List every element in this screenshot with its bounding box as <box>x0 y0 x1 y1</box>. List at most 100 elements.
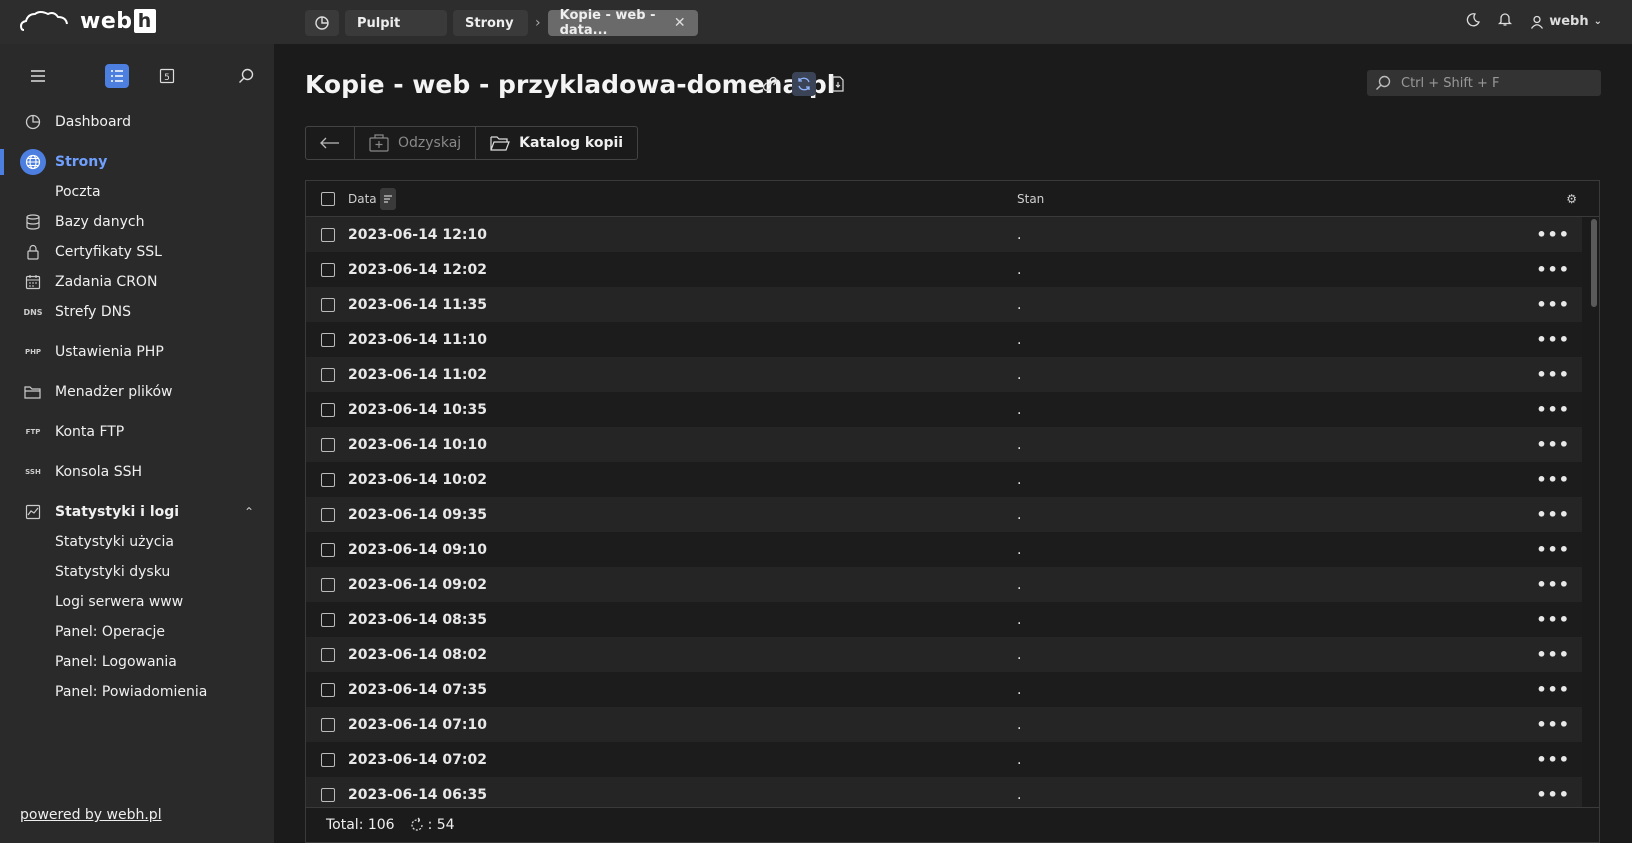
sidebar-item-file-manager[interactable]: Menadżer plików <box>0 377 274 407</box>
more-options-icon[interactable]: ••• <box>1536 785 1570 804</box>
table-row[interactable]: 2023-06-14 07:02. ••• <box>306 742 1582 777</box>
more-options-icon[interactable]: ••• <box>1536 365 1570 384</box>
more-options-icon[interactable]: ••• <box>1536 330 1570 349</box>
sidebar-item-dashboard[interactable]: Dashboard <box>0 107 274 137</box>
sidebar-item-ssl[interactable]: Certyfikaty SSL <box>0 237 274 267</box>
close-icon[interactable]: ✕ <box>674 15 686 31</box>
table-row[interactable]: 2023-06-14 10:02. ••• <box>306 462 1582 497</box>
number-view-icon[interactable]: 5 <box>155 64 179 88</box>
more-options-icon[interactable]: ••• <box>1536 750 1570 769</box>
table-row[interactable]: 2023-06-14 08:02. ••• <box>306 637 1582 672</box>
table-row[interactable]: 2023-06-14 08:35. ••• <box>306 602 1582 637</box>
restore-button[interactable]: Odzyskaj <box>355 127 477 159</box>
row-checkbox[interactable] <box>321 682 335 697</box>
select-all-checkbox[interactable] <box>321 191 335 206</box>
row-checkbox[interactable] <box>321 297 335 312</box>
link-icon[interactable] <box>758 72 782 96</box>
table-row[interactable]: 2023-06-14 09:10. ••• <box>306 532 1582 567</box>
search-box[interactable] <box>1367 70 1601 96</box>
sidebar-item-panel-notifications[interactable]: Panel: Powiadomienia <box>0 677 274 707</box>
table-row[interactable]: 2023-06-14 09:02. ••• <box>306 567 1582 602</box>
tab-strony[interactable]: Strony <box>453 10 528 36</box>
more-options-icon[interactable]: ••• <box>1536 260 1570 279</box>
row-checkbox[interactable] <box>321 262 335 277</box>
hamburger-menu-icon[interactable] <box>26 64 50 88</box>
tab-home[interactable] <box>305 10 339 36</box>
row-checkbox[interactable] <box>321 367 335 382</box>
sidebar-item-strony[interactable]: Strony <box>0 147 274 177</box>
more-options-icon[interactable]: ••• <box>1536 435 1570 454</box>
gear-icon[interactable]: ⚙ <box>1566 192 1577 206</box>
table-scrollbar[interactable] <box>1591 219 1597 806</box>
sidebar-item-php[interactable]: PHP Ustawienia PHP <box>0 337 274 367</box>
sidebar-item-www-logs[interactable]: Logi serwera www <box>0 587 274 617</box>
more-options-icon[interactable]: ••• <box>1536 225 1570 244</box>
moon-icon[interactable] <box>1466 12 1481 31</box>
sidebar-item-disk-stats[interactable]: Statystyki dysku <box>0 557 274 587</box>
row-checkbox[interactable] <box>321 577 335 592</box>
more-options-icon[interactable]: ••• <box>1536 680 1570 699</box>
user-menu[interactable]: webh ⌄ <box>1530 14 1602 29</box>
sidebar-item-usage-stats[interactable]: Statystyki użycia <box>0 527 274 557</box>
sidebar-item-cron[interactable]: Zadania CRON <box>0 267 274 297</box>
search-input[interactable] <box>1401 75 1591 91</box>
scrollbar-thumb[interactable] <box>1591 219 1597 307</box>
more-options-icon[interactable]: ••• <box>1536 470 1570 489</box>
table-row[interactable]: 2023-06-14 12:10. ••• <box>306 217 1582 252</box>
sidebar-item-panel-logins[interactable]: Panel: Logowania <box>0 647 274 677</box>
powered-by-link[interactable]: powered by webh.pl <box>20 807 162 823</box>
chevron-up-icon[interactable]: ⌃ <box>244 505 254 519</box>
search-icon[interactable] <box>234 64 258 88</box>
more-options-icon[interactable]: ••• <box>1536 505 1570 524</box>
more-options-icon[interactable]: ••• <box>1536 575 1570 594</box>
row-checkbox[interactable] <box>321 542 335 557</box>
row-checkbox[interactable] <box>321 787 335 802</box>
sidebar-item-stats[interactable]: Statystyki i logi ⌃ <box>0 497 274 527</box>
row-checkbox[interactable] <box>321 402 335 417</box>
row-checkbox[interactable] <box>321 647 335 662</box>
more-options-icon[interactable]: ••• <box>1536 400 1570 419</box>
sidebar-item-bazy-danych[interactable]: Bazy danych <box>0 207 274 237</box>
sidebar-item-ftp[interactable]: FTP Konta FTP <box>0 417 274 447</box>
sidebar-item-ssh[interactable]: SSH Konsola SSH <box>0 457 274 487</box>
more-options-icon[interactable]: ••• <box>1536 610 1570 629</box>
sidebar-item-poczta[interactable]: Poczta <box>0 177 274 207</box>
row-checkbox[interactable] <box>321 472 335 487</box>
table-row[interactable]: 2023-06-14 11:02. ••• <box>306 357 1582 392</box>
more-options-icon[interactable]: ••• <box>1536 715 1570 734</box>
table-row[interactable]: 2023-06-14 10:10. ••• <box>306 427 1582 462</box>
bell-icon[interactable] <box>1498 12 1513 31</box>
table-row[interactable]: 2023-06-14 06:35. ••• <box>306 777 1582 807</box>
more-options-icon[interactable]: ••• <box>1536 645 1570 664</box>
sidebar-item-panel-ops[interactable]: Panel: Operacje <box>0 617 274 647</box>
reload-counter[interactable]: : 54 <box>409 817 455 833</box>
table-row[interactable]: 2023-06-14 07:35. ••• <box>306 672 1582 707</box>
download-file-icon[interactable] <box>826 72 850 96</box>
table-row[interactable]: 2023-06-14 12:02. ••• <box>306 252 1582 287</box>
sort-icon[interactable] <box>379 187 396 210</box>
column-date[interactable]: Data <box>348 187 396 210</box>
column-status[interactable]: Stan <box>1017 192 1044 206</box>
table-row[interactable]: 2023-06-14 09:35. ••• <box>306 497 1582 532</box>
row-checkbox[interactable] <box>321 752 335 767</box>
more-options-icon[interactable]: ••• <box>1536 540 1570 559</box>
table-row[interactable]: 2023-06-14 11:10. ••• <box>306 322 1582 357</box>
logo[interactable]: web h <box>20 8 156 34</box>
table-row[interactable]: 2023-06-14 07:10. ••• <box>306 707 1582 742</box>
row-checkbox[interactable] <box>321 507 335 522</box>
row-checkbox[interactable] <box>321 612 335 627</box>
row-checkbox[interactable] <box>321 227 335 242</box>
list-view-icon[interactable] <box>105 64 129 88</box>
tab-pulpit[interactable]: Pulpit <box>345 10 447 36</box>
table-row[interactable]: 2023-06-14 10:35. ••• <box>306 392 1582 427</box>
row-checkbox[interactable] <box>321 717 335 732</box>
more-options-icon[interactable]: ••• <box>1536 295 1570 314</box>
row-checkbox[interactable] <box>321 332 335 347</box>
table-row[interactable]: 2023-06-14 11:35. ••• <box>306 287 1582 322</box>
sidebar-item-dns[interactable]: DNS Strefy DNS <box>0 297 274 327</box>
tab-kopie[interactable]: Kopie - web - data... ✕ <box>547 8 698 38</box>
backup-catalog-button[interactable]: Katalog kopii <box>476 127 637 159</box>
row-checkbox[interactable] <box>321 437 335 452</box>
sync-icon[interactable] <box>792 72 816 96</box>
back-button[interactable] <box>306 127 355 159</box>
